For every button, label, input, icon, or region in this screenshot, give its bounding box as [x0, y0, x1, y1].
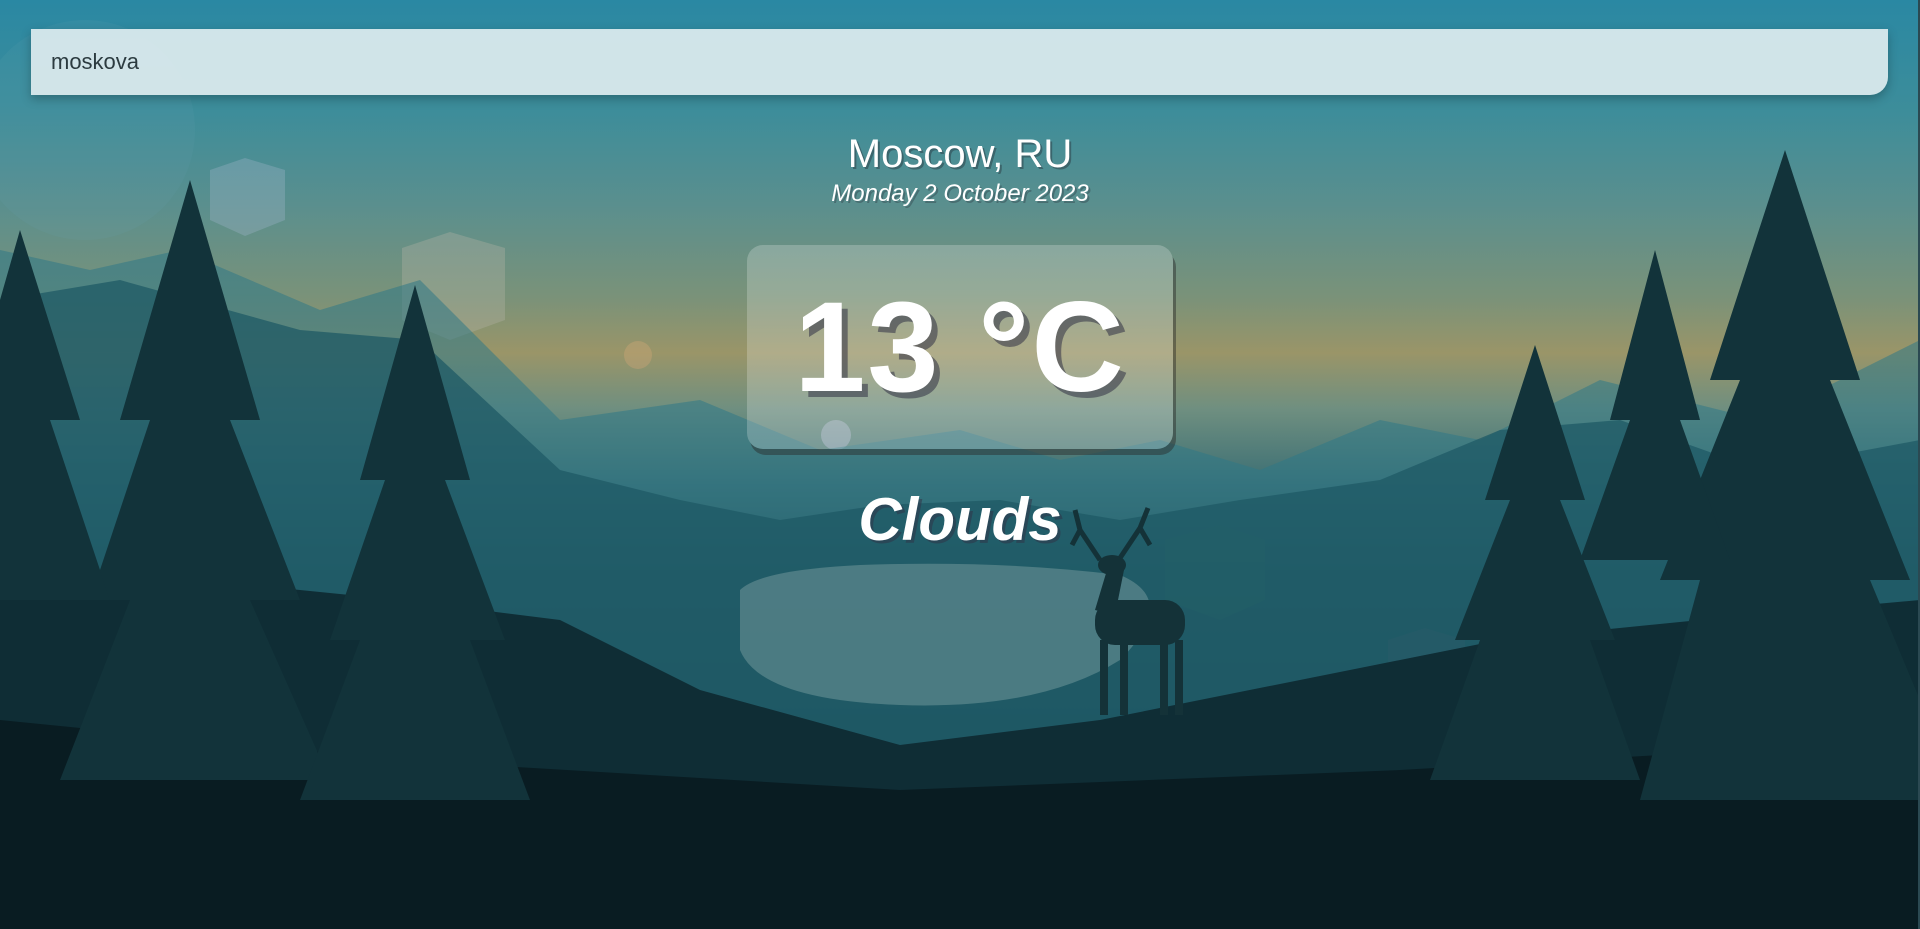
trees-right: [1430, 150, 1920, 800]
temperature-value: 13 °C: [794, 275, 1126, 419]
weather-app: Moscow, RU Monday 2 October 2023 13 °C C…: [0, 0, 1920, 929]
current-date: Monday 2 October 2023: [831, 180, 1089, 207]
weather-condition: Clouds: [858, 486, 1062, 553]
temperature-card: 13 °C: [747, 245, 1173, 449]
city-search-input[interactable]: [31, 29, 1888, 95]
location-name: Moscow, RU: [847, 132, 1073, 176]
location-box: Moscow, RU Monday 2 October 2023: [0, 130, 1920, 208]
